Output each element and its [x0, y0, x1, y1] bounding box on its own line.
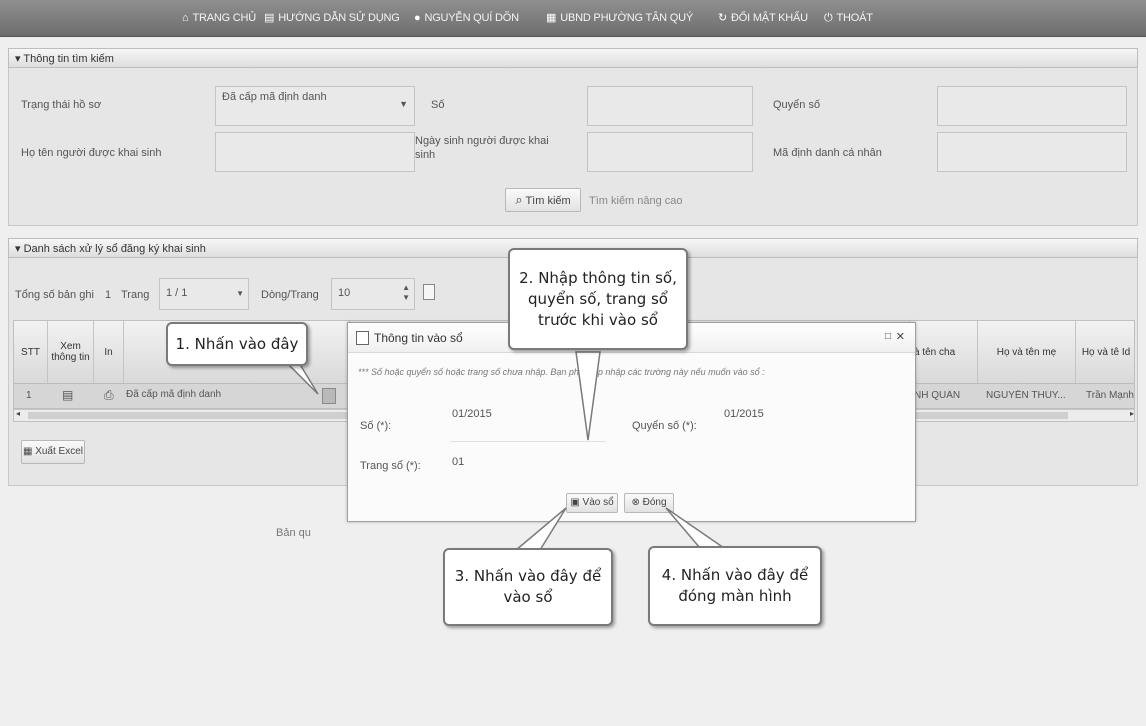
callout-step-3: 3. Nhấn vào đây để vào sổ — [443, 548, 613, 626]
callout-pointer-3 — [513, 507, 567, 551]
callout-step-2: 2. Nhập thông tin số, quyển số, trang sổ… — [508, 248, 688, 350]
callout-pointer-4 — [665, 507, 727, 549]
callout-pointer-2 — [575, 351, 601, 441]
callout-step-4: 4. Nhấn vào đây để đóng màn hình — [648, 546, 822, 626]
callout-step-1: 1. Nhấn vào đây — [166, 322, 308, 366]
